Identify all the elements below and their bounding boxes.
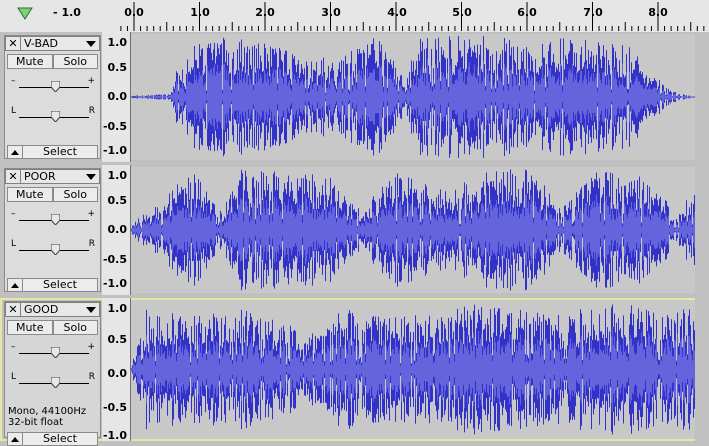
pan-slider[interactable]: L R <box>9 106 95 124</box>
ruler-tick-label: - 1.0 <box>53 6 81 19</box>
chevron-down-icon <box>86 41 96 47</box>
track-format-info: Mono, 44100Hz <box>8 406 87 417</box>
ruler-tick-label: 6.0 <box>517 6 537 19</box>
amplitude-label: 0.0 <box>107 90 128 103</box>
pan-right-label: R <box>88 106 95 116</box>
mute-button[interactable]: Mute <box>7 187 53 202</box>
chevron-down-icon <box>86 174 96 180</box>
track-control-panel: ✕ POOR Mute Solo – + L R Select <box>4 168 101 292</box>
pan-right-label: R <box>88 239 95 249</box>
select-button[interactable]: Select <box>23 432 98 446</box>
waveform[interactable] <box>131 34 695 160</box>
amplitude-label: 0.5 <box>107 61 128 74</box>
solo-button[interactable]: Solo <box>52 320 98 335</box>
amplitude-label: 1.0 <box>107 302 128 315</box>
gain-plus-label: + <box>87 342 95 352</box>
amplitude-label: -0.5 <box>102 253 127 266</box>
track-name: GOOD <box>24 303 59 316</box>
gain-minus-label: – <box>11 342 16 352</box>
track-control-panel: ✕ V-BAD Mute Solo – + L R Select <box>4 35 101 159</box>
pan-slider[interactable]: L R <box>9 372 95 390</box>
ruler-tick-label: 4.0 <box>387 6 407 19</box>
amplitude-label: -0.5 <box>102 120 127 133</box>
amplitude-ruler: 1.0 0.5 0.0 -0.5 -1.0 <box>102 165 131 295</box>
pan-left-label: L <box>11 106 17 116</box>
ruler-tick-label: 2.0 <box>255 6 275 19</box>
amplitude-label: -1.0 <box>102 277 127 290</box>
select-button[interactable]: Select <box>23 278 98 292</box>
amplitude-label: 0.0 <box>107 367 128 380</box>
amplitude-label: 1.0 <box>107 36 128 49</box>
waveform[interactable] <box>131 300 695 439</box>
solo-button[interactable]: Solo <box>52 187 98 202</box>
gain-minus-label: – <box>11 76 16 86</box>
gain-slider[interactable]: – + <box>9 342 95 360</box>
ruler-tick-label: 0.0 <box>124 6 144 19</box>
mute-button[interactable]: Mute <box>7 320 53 335</box>
track-name: V-BAD <box>24 37 58 50</box>
slider-thumb-icon[interactable] <box>51 111 60 122</box>
mute-button[interactable]: Mute <box>7 54 53 69</box>
amplitude-label: 1.0 <box>107 169 128 182</box>
amplitude-label: 0.5 <box>107 333 128 346</box>
waveform[interactable] <box>131 167 695 293</box>
collapse-track-button[interactable] <box>7 278 23 292</box>
chevron-down-icon <box>86 307 96 313</box>
gain-plus-label: + <box>87 76 95 86</box>
timeline-ruler[interactable]: - 1.0 0.0 1.0 2.0 3.0 4.0 5.0 6.0 7.0 8.… <box>0 0 709 33</box>
ruler-tick-label: 7.0 <box>583 6 603 19</box>
track-sample-format: 32-bit float <box>8 417 64 428</box>
gain-slider[interactable]: – + <box>9 76 95 94</box>
gain-slider[interactable]: – + <box>9 209 95 227</box>
ruler-tick-label: 3.0 <box>321 6 341 19</box>
amplitude-ruler: 1.0 0.5 0.0 -0.5 -1.0 <box>102 298 131 441</box>
ruler-tick-label: 5.0 <box>452 6 472 19</box>
gain-plus-label: + <box>87 209 95 219</box>
ruler-tick-label: 1.0 <box>190 6 210 19</box>
collapse-track-button[interactable] <box>7 145 23 159</box>
slider-thumb-icon[interactable] <box>51 81 60 92</box>
ruler-tick-label: 8.0 <box>648 6 668 19</box>
amplitude-label: 0.5 <box>107 194 128 207</box>
close-track-button[interactable]: ✕ <box>5 36 21 51</box>
slider-thumb-icon[interactable] <box>51 244 60 255</box>
pan-slider[interactable]: L R <box>9 239 95 257</box>
solo-button[interactable]: Solo <box>52 54 98 69</box>
audio-track-vbad[interactable]: ✕ V-BAD Mute Solo – + L R Select 1.0 0.5… <box>0 32 709 162</box>
collapse-track-button[interactable] <box>7 432 23 446</box>
pan-right-label: R <box>88 372 95 382</box>
amplitude-label: -1.0 <box>102 429 127 442</box>
close-track-button[interactable]: ✕ <box>5 169 21 184</box>
track-control-panel: ✕ GOOD Mute Solo – + L R Mono, 44100Hz 3… <box>4 301 101 446</box>
pan-left-label: L <box>11 372 17 382</box>
slider-thumb-icon[interactable] <box>51 377 60 388</box>
track-name-menu[interactable]: GOOD <box>21 302 100 317</box>
audio-track-poor[interactable]: ✕ POOR Mute Solo – + L R Select 1.0 0.5 … <box>0 165 709 295</box>
amplitude-label: -0.5 <box>102 401 127 414</box>
select-button[interactable]: Select <box>23 145 98 159</box>
track-name-menu[interactable]: V-BAD <box>21 36 100 51</box>
close-track-button[interactable]: ✕ <box>5 302 21 317</box>
track-name-menu[interactable]: POOR <box>21 169 100 184</box>
slider-thumb-icon[interactable] <box>51 214 60 225</box>
amplitude-label: -1.0 <box>102 144 127 157</box>
pan-left-label: L <box>11 239 17 249</box>
track-name: POOR <box>24 170 56 183</box>
gain-minus-label: – <box>11 209 16 219</box>
slider-thumb-icon[interactable] <box>51 347 60 358</box>
audio-track-good[interactable]: ✕ GOOD Mute Solo – + L R Mono, 44100Hz 3… <box>0 298 709 446</box>
amplitude-label: 0.0 <box>107 223 128 236</box>
amplitude-ruler: 1.0 0.5 0.0 -0.5 -1.0 <box>102 32 131 162</box>
